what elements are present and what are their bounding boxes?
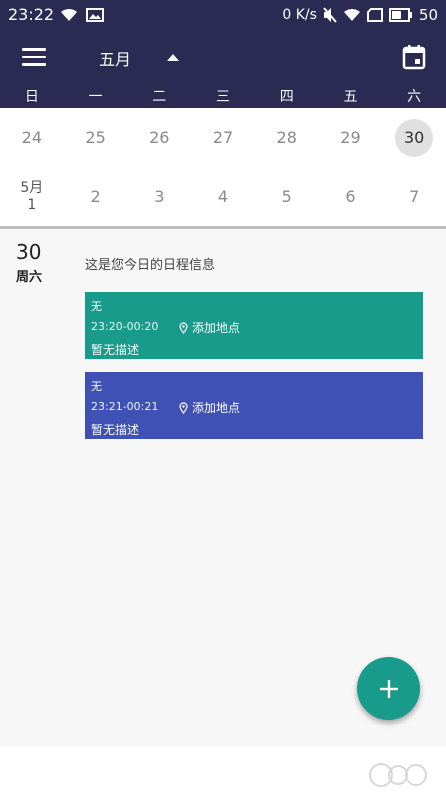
weekday-tue: 二: [152, 89, 167, 105]
location-pin-icon: [179, 321, 188, 334]
month-start-label: 5月: [20, 179, 44, 196]
day-cell[interactable]: 6: [319, 167, 383, 226]
day-cell[interactable]: 26: [127, 108, 191, 167]
month-title[interactable]: 五月: [99, 46, 131, 70]
status-bar: 23:22 0 K/s 50: [0, 0, 446, 30]
weekday-wed: 三: [216, 89, 231, 105]
event-description: 暂无描述: [91, 423, 140, 437]
event-time: 23:20-00:20: [91, 320, 159, 333]
weekday-sun: 日: [24, 89, 39, 105]
day-number: 3: [154, 187, 165, 206]
day-number: 4: [217, 187, 229, 206]
day-cell-month-start[interactable]: 5月 1: [0, 167, 64, 226]
calendar-grid: 24 25 26 27 28 29 30 5月 1 2 3 4 5 6 7: [0, 108, 446, 229]
day-cell[interactable]: 29: [319, 108, 383, 167]
day-cell[interactable]: 4: [191, 167, 255, 226]
status-time: 23:22: [8, 5, 55, 24]
menu-icon[interactable]: [22, 48, 46, 68]
day-number: 30: [403, 128, 425, 147]
day-number: 28: [276, 128, 297, 147]
day-number: 7: [409, 187, 420, 206]
day-cell[interactable]: 25: [64, 108, 128, 167]
event-time: 23:21-00:21: [91, 400, 159, 413]
weekday-sat: 六: [407, 89, 422, 105]
weekday-header: 日 一 二 三 四 五 六: [0, 86, 446, 108]
status-left-icons: [60, 7, 104, 23]
calendar-icon[interactable]: [402, 44, 426, 70]
mute-icon: [323, 7, 337, 23]
event-description: 暂无描述: [91, 343, 140, 357]
data-speed: 0 K/s: [282, 7, 317, 23]
day-number: 25: [85, 128, 106, 147]
day-number: 2: [90, 187, 101, 206]
day-cell[interactable]: 2: [64, 167, 128, 226]
caret-up-icon[interactable]: [163, 48, 183, 68]
agenda-day-number: 30: [16, 240, 42, 264]
day-number: 5: [281, 187, 292, 206]
day-cell[interactable]: 7: [382, 167, 446, 226]
agenda-message: 这是您今日的日程信息: [85, 258, 216, 273]
day-cell[interactable]: 27: [191, 108, 255, 167]
wifi-signal-icon: [343, 8, 360, 21]
plus-icon: [379, 679, 398, 698]
location-pin-icon: [179, 401, 188, 414]
battery-icon: [388, 8, 412, 22]
day-number: 29: [340, 128, 361, 147]
day-cell[interactable]: 28: [255, 108, 319, 167]
weekday-fri: 五: [343, 89, 358, 105]
weekday-thu: 四: [279, 89, 294, 105]
event-title: 无: [91, 300, 102, 313]
day-cell[interactable]: 5: [255, 167, 319, 226]
app-bar: 五月: [0, 30, 446, 86]
weekday-mon: 一: [88, 89, 103, 105]
add-event-button[interactable]: [357, 657, 420, 720]
event-location-label: 添加地点: [192, 401, 241, 415]
wifi-icon: [61, 8, 77, 21]
day-cell[interactable]: 24: [0, 108, 64, 167]
status-right: 0 K/s 50: [282, 4, 438, 26]
week-row: 5月 1 2 3 4 5 6 7: [0, 167, 446, 226]
day-number: 24: [21, 128, 43, 147]
day-cell-selected[interactable]: 30: [382, 108, 446, 167]
event-card[interactable]: 无 23:21-00:21 添加地点 暂无描述: [85, 372, 423, 439]
week-row: 24 25 26 27 28 29 30: [0, 108, 446, 167]
sim-icon: [366, 8, 383, 22]
day-number: 27: [212, 128, 234, 147]
event-location-label: 添加地点: [192, 321, 241, 335]
day-number: 6: [345, 187, 356, 206]
day-number: 1: [27, 196, 37, 213]
agenda-date: 30 周六: [16, 240, 42, 285]
image-icon: [86, 8, 104, 22]
day-cell[interactable]: 3: [127, 167, 191, 226]
event-card[interactable]: 无 23:20-00:20 添加地点 暂无描述: [85, 292, 423, 359]
event-location[interactable]: 添加地点: [179, 319, 240, 336]
battery-level: 50: [418, 6, 438, 24]
day-number: 26: [149, 128, 170, 147]
selected-day-highlight: 30: [395, 118, 434, 157]
agenda-weekday: 周六: [16, 270, 43, 285]
event-location[interactable]: 添加地点: [179, 399, 240, 416]
event-title: 无: [91, 380, 102, 393]
watermark-logo: [369, 763, 427, 787]
